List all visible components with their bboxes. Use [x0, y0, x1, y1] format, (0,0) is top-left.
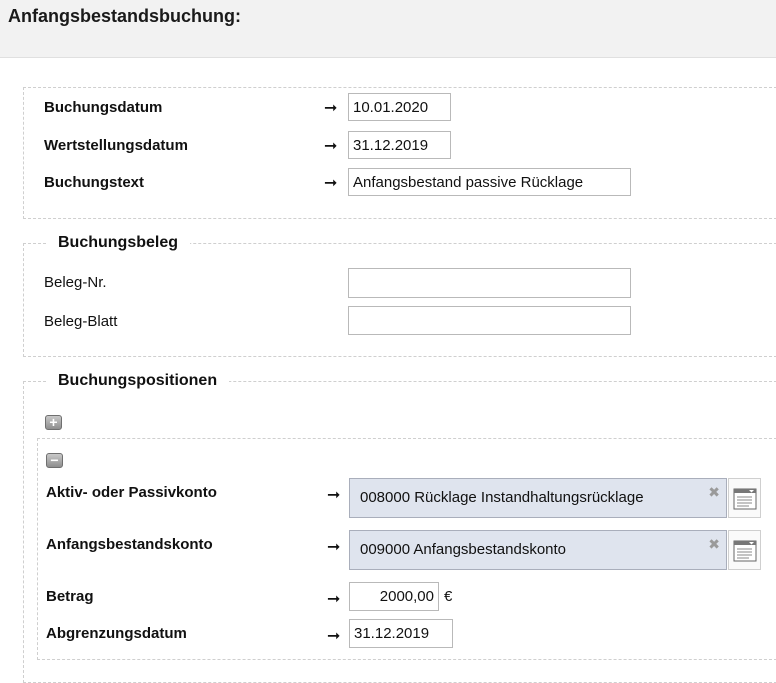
arrow-right-icon: ➞ — [324, 100, 338, 117]
clear-icon[interactable]: ✖ — [708, 525, 720, 563]
betrag-label: Betrag — [46, 588, 94, 605]
buchungsdatum-label: Buchungsdatum — [44, 99, 163, 116]
buchungsdatum-input[interactable] — [348, 93, 451, 121]
arrow-right-icon: ➞ — [327, 591, 341, 608]
list-picker-icon — [733, 488, 757, 510]
aktiv-passiv-konto-picker-button[interactable] — [728, 478, 761, 518]
top-bar: Anfangsbestandsbuchung: — [0, 0, 776, 58]
list-picker-icon — [733, 540, 757, 562]
buchungstext-input[interactable] — [348, 168, 631, 196]
wertstellungsdatum-label: Wertstellungsdatum — [44, 137, 188, 154]
wertstellungsdatum-input[interactable] — [348, 131, 451, 159]
arrow-right-icon: ➞ — [327, 628, 341, 645]
anfangsbestandskonto-label: Anfangsbestandskonto — [46, 536, 213, 553]
buchungstext-label: Buchungstext — [44, 174, 145, 191]
anfangsbestandskonto-picker-button[interactable] — [728, 530, 761, 570]
page-title: Anfangsbestandsbuchung: — [8, 6, 241, 26]
betrag-input[interactable] — [349, 582, 439, 611]
aktiv-passiv-konto-combo[interactable]: 008000 Rücklage Instandhaltungsrücklage … — [349, 478, 727, 518]
buchungsbeleg-legend: Buchungsbeleg — [46, 234, 191, 252]
beleg-blatt-input[interactable] — [348, 306, 631, 335]
clear-icon[interactable]: ✖ — [708, 473, 720, 511]
beleg-blatt-label: Beleg-Blatt — [44, 313, 118, 330]
buchungspositionen-legend: Buchungspositionen — [46, 372, 230, 390]
abgrenzungsdatum-label: Abgrenzungsdatum — [46, 625, 187, 642]
abgrenzungsdatum-input[interactable] — [349, 619, 453, 648]
aktiv-passiv-konto-label: Aktiv- oder Passivkonto — [46, 484, 217, 501]
anfangsbestandskonto-combo[interactable]: 009000 Anfangsbestandskonto ✖ — [349, 530, 727, 570]
remove-position-button[interactable]: − — [46, 453, 63, 468]
arrow-right-icon: ➞ — [327, 539, 341, 556]
currency-label: € — [444, 588, 453, 605]
beleg-nr-label: Beleg-Nr. — [44, 274, 107, 291]
arrow-right-icon: ➞ — [324, 138, 338, 155]
add-position-button[interactable]: + — [45, 415, 62, 430]
aktiv-passiv-konto-value: 008000 Rücklage Instandhaltungsrücklage — [360, 489, 644, 506]
beleg-nr-input[interactable] — [348, 268, 631, 298]
arrow-right-icon: ➞ — [324, 175, 338, 192]
anfangsbestandskonto-value: 009000 Anfangsbestandskonto — [360, 541, 567, 558]
buchungsbeleg-box — [23, 243, 776, 357]
arrow-right-icon: ➞ — [327, 487, 341, 504]
